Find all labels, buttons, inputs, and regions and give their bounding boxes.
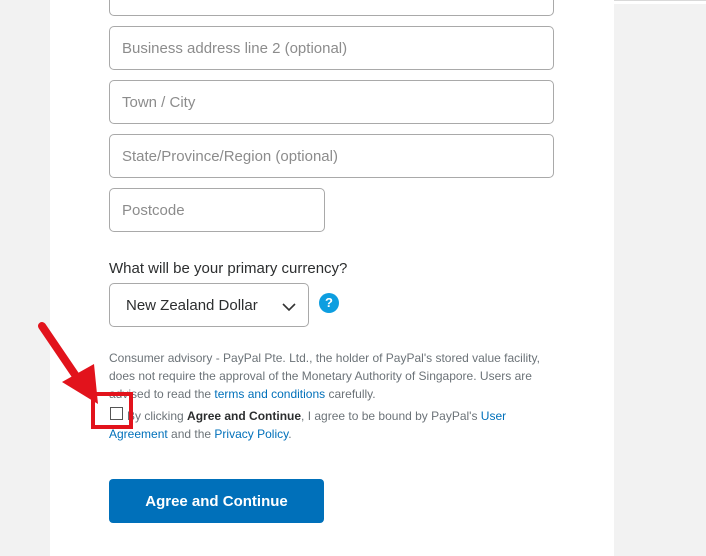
- page-edge: [614, 0, 706, 4]
- currency-select[interactable]: New Zealand Dollar: [109, 283, 309, 327]
- red-arrow-icon: [38, 322, 98, 404]
- postcode-input[interactable]: [110, 189, 324, 231]
- agree-and-continue-button[interactable]: Agree and Continue: [109, 479, 324, 523]
- chevron-down-icon: [282, 299, 296, 317]
- address-line2-input[interactable]: [110, 27, 553, 69]
- help-icon[interactable]: ?: [319, 293, 339, 313]
- terms-link[interactable]: terms and conditions: [214, 387, 325, 401]
- state-input[interactable]: [110, 135, 553, 177]
- agreement-text: By clicking Agree and Continue, I agree …: [109, 407, 549, 443]
- consumer-advisory: Consumer advisory - PayPal Pte. Ltd., th…: [109, 349, 549, 403]
- currency-select-value: New Zealand Dollar: [126, 297, 258, 314]
- address-line2-field[interactable]: [109, 26, 554, 70]
- advisory-text-end: carefully.: [325, 387, 376, 401]
- town-input[interactable]: [110, 81, 553, 123]
- agreement-bold: Agree and Continue: [187, 409, 302, 423]
- town-field[interactable]: [109, 80, 554, 124]
- currency-label: What will be your primary currency?: [109, 260, 348, 277]
- agreement-text-1: By clicking: [127, 409, 188, 423]
- address-line1-input[interactable]: [110, 0, 553, 15]
- agreement-text-3: and the: [167, 427, 215, 441]
- address-line1-field[interactable]: [109, 0, 554, 16]
- privacy-policy-link[interactable]: Privacy Policy: [214, 427, 288, 441]
- agreement-text-2: , I agree to be bound by PayPal's: [301, 409, 481, 423]
- agreement-text-4: .: [288, 427, 292, 441]
- postcode-field[interactable]: [109, 188, 325, 232]
- state-field[interactable]: [109, 134, 554, 178]
